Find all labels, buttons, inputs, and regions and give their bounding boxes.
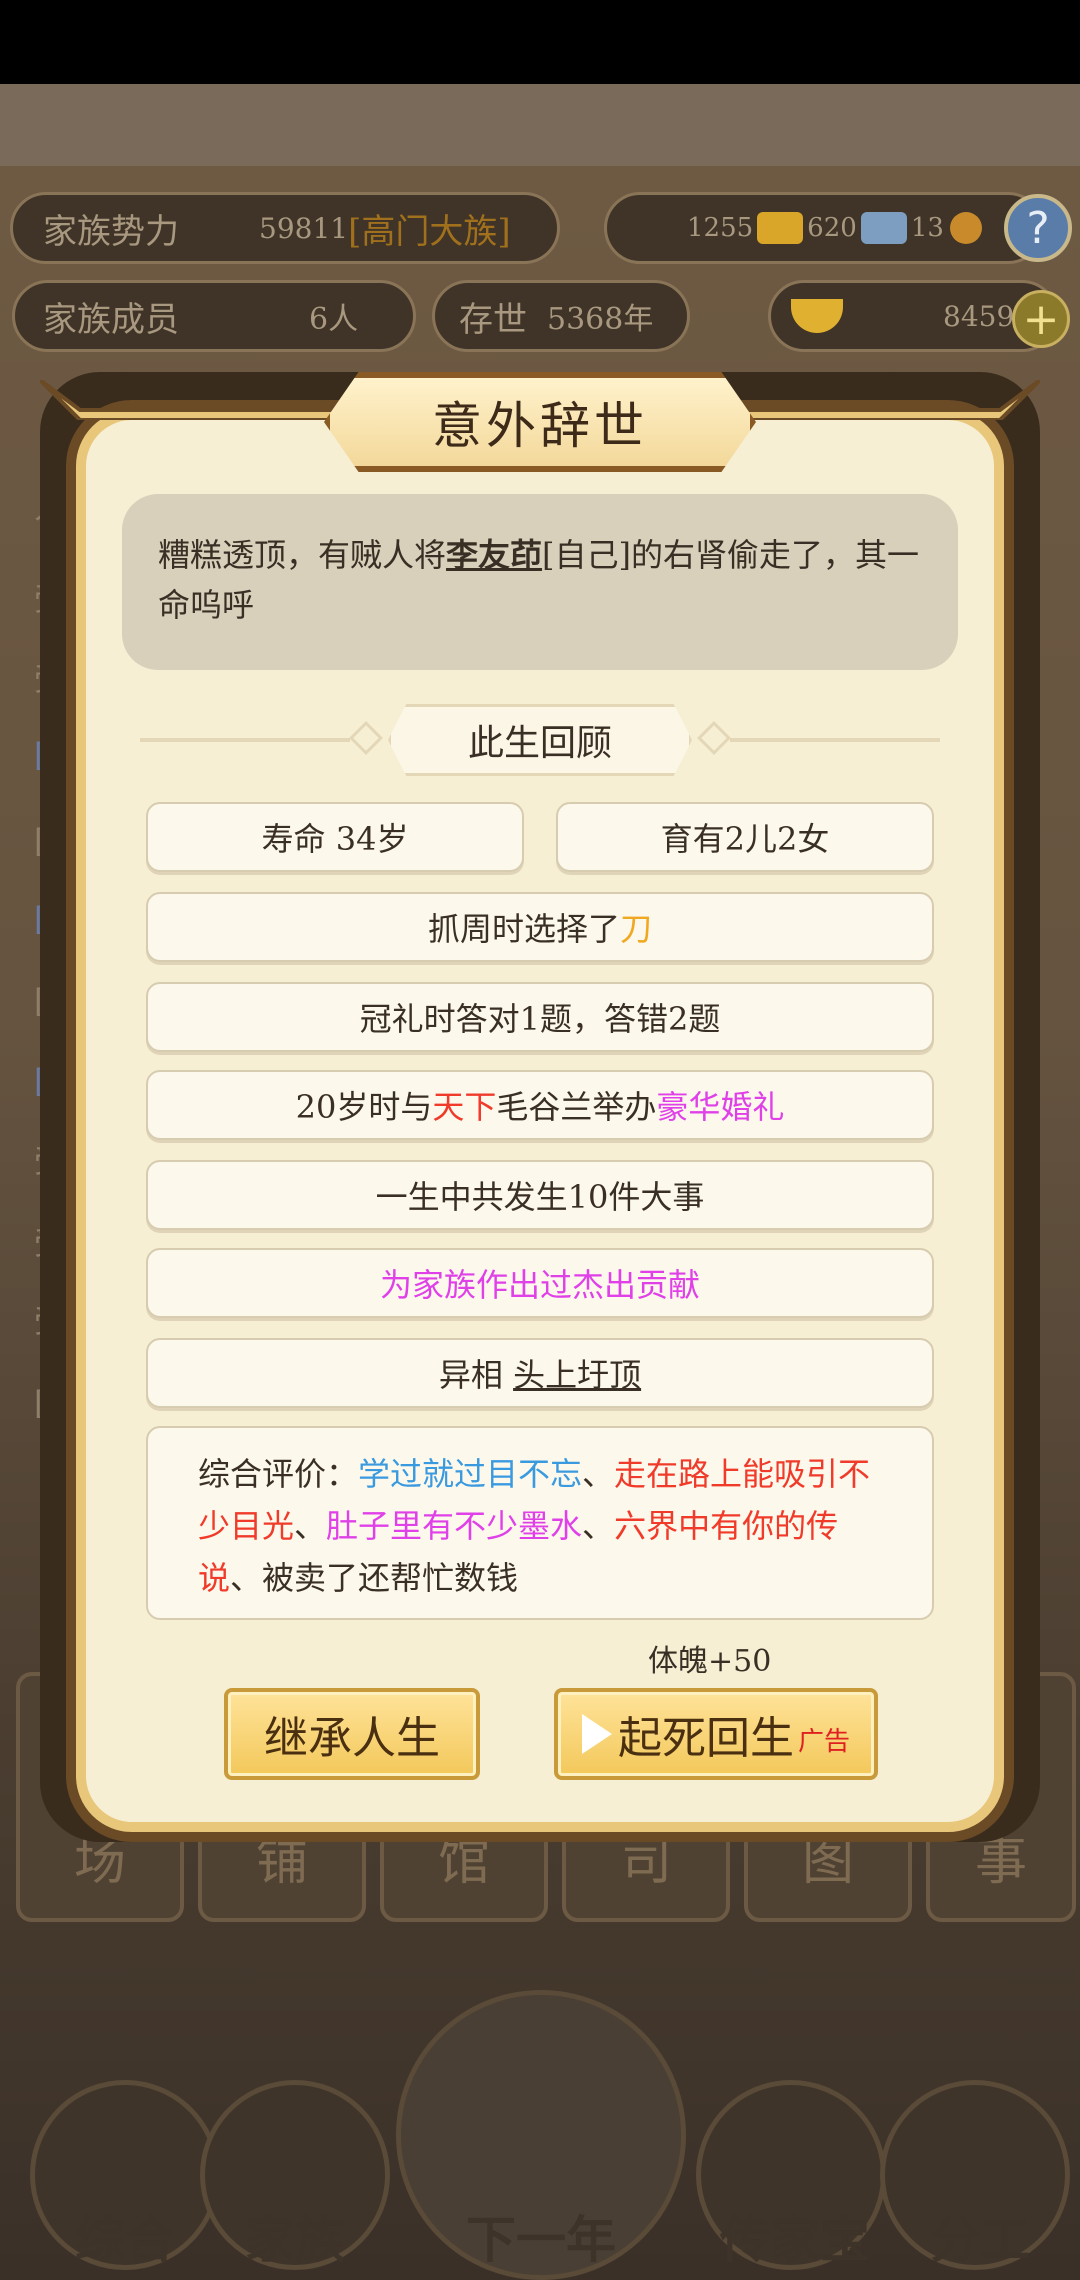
events-card: 一生中共发生10件大事	[146, 1160, 934, 1230]
wedding-card: 20岁时与 天下 毛谷兰举办 豪华婚礼	[146, 1070, 934, 1140]
nav-heirloom-label: 传家宝	[720, 2210, 870, 2269]
exist-label: 存世	[459, 299, 527, 340]
trait-card: 异相 头上圩顶	[146, 1338, 934, 1408]
divider-right	[730, 738, 940, 742]
gold-bar-icon	[757, 212, 804, 244]
summary-sep: 、	[294, 1507, 327, 1545]
add-ingot-button[interactable]: +	[1012, 290, 1070, 348]
dialog-title-plate: 意外辞世	[324, 372, 756, 472]
contribution-card: 为家族作出过杰出贡献	[146, 1248, 934, 1318]
silver-bar-count: 620	[807, 213, 857, 243]
summary-trait-1: 学过就过目不忘	[358, 1455, 583, 1493]
divider-left	[140, 738, 350, 742]
nav-next-year-label: 下一年	[466, 2210, 616, 2269]
help-button[interactable]: ?	[1004, 194, 1072, 262]
lifespan-text: 寿命 34岁	[261, 820, 409, 858]
dialog-title: 意外辞世	[432, 397, 648, 455]
nav-overview-label: 综合	[75, 2210, 175, 2269]
summary-card: 综合评价：学过就过目不忘、走在路上能吸引不少目光、肚子里有不少墨水、六界中有你的…	[146, 1426, 934, 1620]
coin-icon	[949, 212, 982, 244]
play-ad-icon	[581, 1714, 612, 1754]
gold-ingot-icon	[791, 299, 843, 333]
person-name-link[interactable]: 李友茚	[446, 536, 542, 574]
trait-label: 异相	[438, 1356, 503, 1394]
summary-label: 综合评价：	[198, 1455, 359, 1493]
summary-sep: 、	[582, 1507, 615, 1545]
events-text: 一生中共发生10件大事	[375, 1178, 705, 1216]
ingot-value: 8459	[943, 299, 1015, 333]
wedding-text-pre: 20岁时与	[295, 1088, 433, 1126]
top-band	[0, 84, 1080, 166]
clan-rank: [高门大族]	[348, 211, 511, 252]
review-title: 此生回顾	[467, 723, 612, 764]
nav-clan-label: 家族	[245, 2210, 345, 2269]
coin-count: 13	[910, 213, 944, 243]
nav-assign-label: 分工	[930, 2210, 1030, 2269]
exist-pill: 存世 5368年	[432, 280, 690, 352]
review-heading: 此生回顾	[388, 704, 692, 776]
capping-card: 冠礼时答对1题，答错2题	[146, 982, 934, 1052]
silver-bar-icon	[860, 212, 907, 244]
revive-ad-button[interactable]: 起死回生 广告	[554, 1688, 878, 1780]
inherit-life-label: 继承人生	[264, 1713, 440, 1764]
death-message: 糟糕透顶，有贼人将李友茚[自己]的右肾偷走了，其一命呜呼	[122, 494, 958, 670]
grab-item: 刀	[620, 910, 653, 948]
revive-label: 起死回生	[617, 1713, 794, 1764]
members-pill: 家族成员 6人	[12, 280, 416, 352]
wedding-text-mid: 毛谷兰举办	[496, 1088, 657, 1126]
summary-sep: 、	[230, 1559, 263, 1597]
status-bar	[0, 0, 1080, 84]
revive-bonus: 体魄+50	[648, 1644, 772, 1679]
wedding-place: 天下	[432, 1088, 497, 1126]
summary-sep: 、	[582, 1455, 615, 1493]
message-text-pre: 糟糕透顶，有贼人将	[158, 536, 447, 574]
clan-power-value: 59811	[259, 211, 349, 245]
summary-trait-3: 肚子里有不少墨水	[326, 1507, 583, 1545]
clan-power-label: 家族势力	[43, 211, 179, 252]
summary-trait-5: 被卖了还帮忙数钱	[262, 1559, 519, 1597]
exist-value: 5368年	[547, 302, 654, 337]
grab-text: 抓周时选择了	[427, 910, 620, 948]
inherit-life-button[interactable]: 继承人生	[224, 1688, 480, 1780]
children-card: 育有2儿2女	[556, 802, 934, 872]
lifespan-card: 寿命 34岁	[146, 802, 524, 872]
members-value: 6人	[309, 302, 359, 337]
contribution-text: 为家族作出过杰出贡献	[379, 1266, 700, 1304]
gold-bar-count: 1255	[687, 213, 754, 243]
members-label: 家族成员	[43, 299, 179, 340]
clan-power-pill: 家族势力 59811 [高门大族]	[10, 192, 560, 264]
currency-pill: 1255 620 13	[604, 192, 1044, 264]
ad-badge: 广告	[797, 1727, 850, 1757]
grab-card: 抓周时选择了刀	[146, 892, 934, 962]
trait-value[interactable]: 头上圩顶	[513, 1350, 641, 1396]
children-text: 育有2儿2女	[660, 820, 830, 858]
capping-text: 冠礼时答对1题，答错2题	[359, 1000, 721, 1038]
wedding-type: 豪华婚礼	[656, 1088, 785, 1126]
